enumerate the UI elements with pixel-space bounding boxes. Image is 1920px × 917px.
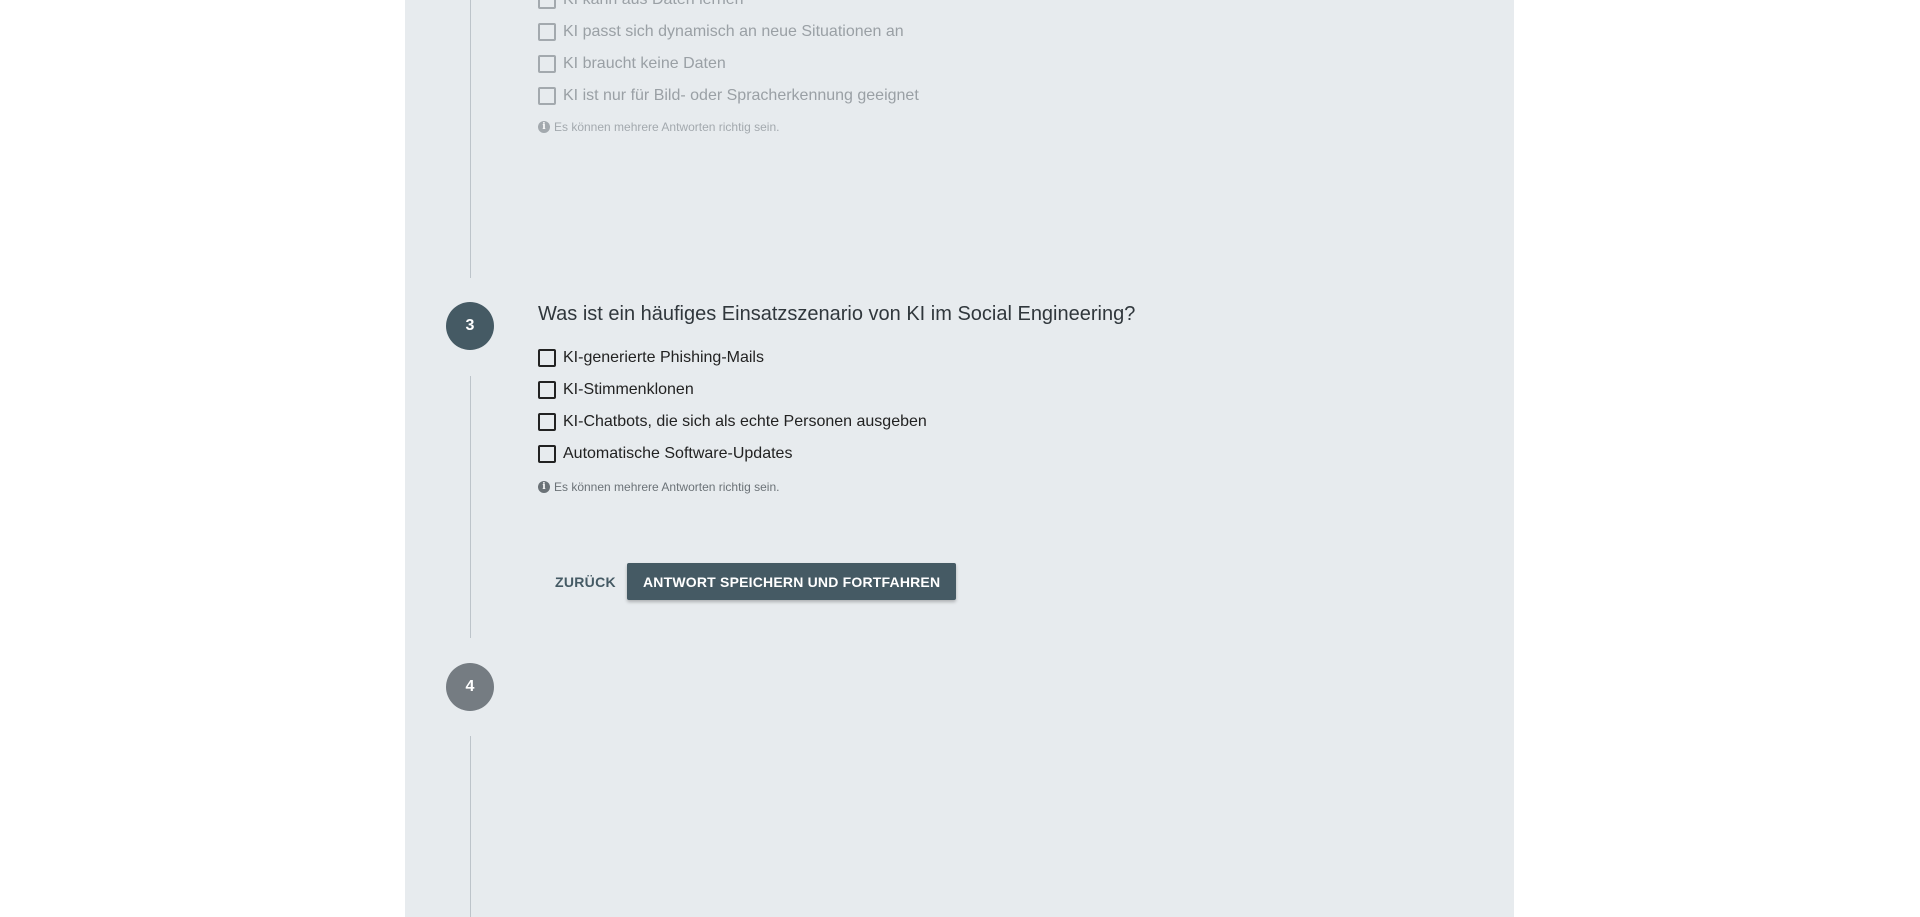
checkbox[interactable] [538,87,556,105]
step2-options: KI kann aus Daten lernen KI passt sich d… [538,0,919,112]
option-label: KI-Chatbots, die sich als echte Personen… [563,413,927,430]
checkbox[interactable] [538,445,556,463]
option-label: KI-Stimmenklonen [563,381,694,398]
checkbox[interactable] [538,55,556,73]
step2-hint: i Es können mehrere Antworten richtig se… [538,120,779,134]
back-button[interactable]: ZURÜCK [541,563,630,600]
save-and-continue-button[interactable]: ANTWORT SPEICHERN UND FORTFAHREN [627,563,957,600]
hint-text: Es können mehrere Antworten richtig sein… [554,480,780,494]
step-indicator-3: 3 [446,302,494,350]
info-icon: i [538,481,550,493]
step3-option-3[interactable]: KI-Chatbots, die sich als echte Personen… [538,406,927,438]
step2-option-2[interactable]: KI passt sich dynamisch an neue Situatio… [538,16,919,48]
step-connector-3 [470,376,471,638]
option-label: KI passt sich dynamisch an neue Situatio… [563,23,904,40]
step-connector-4 [470,736,471,917]
question-title: Was ist ein häufiges Einsatzszenario von… [538,303,1136,325]
checkbox[interactable] [538,413,556,431]
page: KI kann aus Daten lernen KI passt sich d… [0,0,1920,917]
step2-option-1[interactable]: KI kann aus Daten lernen [538,0,919,16]
step3-option-1[interactable]: KI-generierte Phishing-Mails [538,342,927,374]
option-label: KI-generierte Phishing-Mails [563,349,764,366]
step3-option-4[interactable]: Automatische Software-Updates [538,438,927,470]
option-label: KI ist nur für Bild- oder Spracherkennun… [563,87,919,104]
step2-option-4[interactable]: KI ist nur für Bild- oder Spracherkennun… [538,80,919,112]
option-label: KI braucht keine Daten [563,55,726,72]
checkbox[interactable] [538,0,556,9]
checkbox[interactable] [538,349,556,367]
info-icon: i [538,121,550,133]
option-label: KI kann aus Daten lernen [563,0,744,9]
hint-text: Es können mehrere Antworten richtig sein… [554,120,780,134]
step3-option-2[interactable]: KI-Stimmenklonen [538,374,927,406]
step-indicator-4[interactable]: 4 [446,663,494,711]
step-connector-2 [470,0,471,278]
step3-options: KI-generierte Phishing-Mails KI-Stimmenk… [538,342,927,470]
checkbox[interactable] [538,23,556,41]
option-label: Automatische Software-Updates [563,445,793,462]
step3-hint: i Es können mehrere Antworten richtig se… [538,480,779,494]
step2-option-3[interactable]: KI braucht keine Daten [538,48,919,80]
checkbox[interactable] [538,381,556,399]
